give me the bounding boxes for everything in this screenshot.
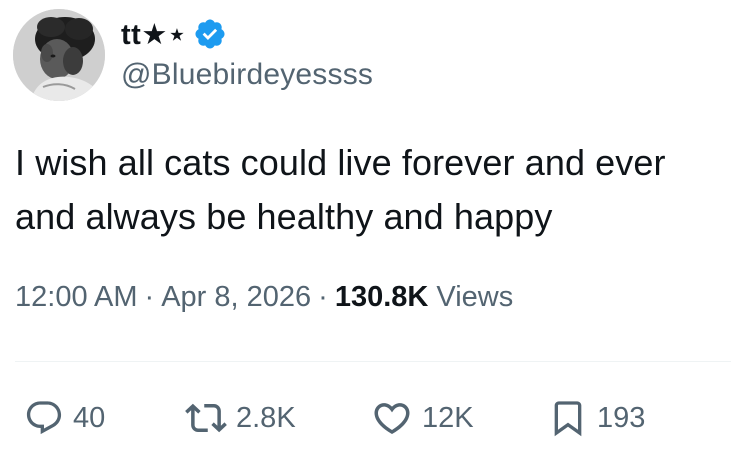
avatar-photo: [13, 9, 105, 101]
like-count: 12K: [422, 401, 474, 434]
meta-separator: ·: [318, 281, 328, 313]
bookmark-icon: [554, 401, 582, 437]
tweet-meta: 12:00 AM · Apr 8, 2026 · 130.8K Views: [15, 281, 513, 314]
reply-button[interactable]: 40: [24, 394, 105, 442]
divider: [15, 361, 731, 362]
repost-button[interactable]: 2.8K: [185, 394, 296, 442]
tweet-text: I wish all cats could live forever and e…: [15, 136, 720, 244]
tweet-time[interactable]: 12:00 AM: [15, 281, 138, 313]
views-count[interactable]: 130.8K: [335, 281, 429, 313]
verified-badge-icon: [195, 19, 225, 49]
views-label[interactable]: Views: [436, 281, 513, 313]
bookmark-button[interactable]: 193: [548, 394, 645, 442]
heart-icon: [374, 403, 410, 435]
bookmark-count: 193: [597, 401, 646, 434]
tweet-card: tt★⋆ @Bluebirdeyessss I wish all cats co…: [0, 0, 731, 451]
reply-count: 40: [73, 401, 106, 434]
speech-bubble-icon: [26, 401, 62, 435]
avatar[interactable]: [13, 9, 105, 101]
user-handle[interactable]: @Bluebirdeyessss: [121, 58, 373, 92]
user-name-row: tt★⋆: [121, 16, 227, 52]
display-name[interactable]: tt★⋆: [121, 17, 186, 52]
tweet-text-line: I wish all cats could live forever and e…: [15, 142, 666, 183]
meta-separator: ·: [144, 281, 155, 313]
action-bar: 40 2.8K 12K 193: [0, 394, 731, 442]
tweet-date[interactable]: Apr 8, 2026: [161, 281, 311, 313]
like-button[interactable]: 12K: [371, 394, 474, 442]
tweet-text-line: and always be healthy and happy: [15, 196, 553, 237]
repost-count: 2.8K: [236, 401, 296, 434]
repost-arrows-icon: [185, 403, 227, 433]
